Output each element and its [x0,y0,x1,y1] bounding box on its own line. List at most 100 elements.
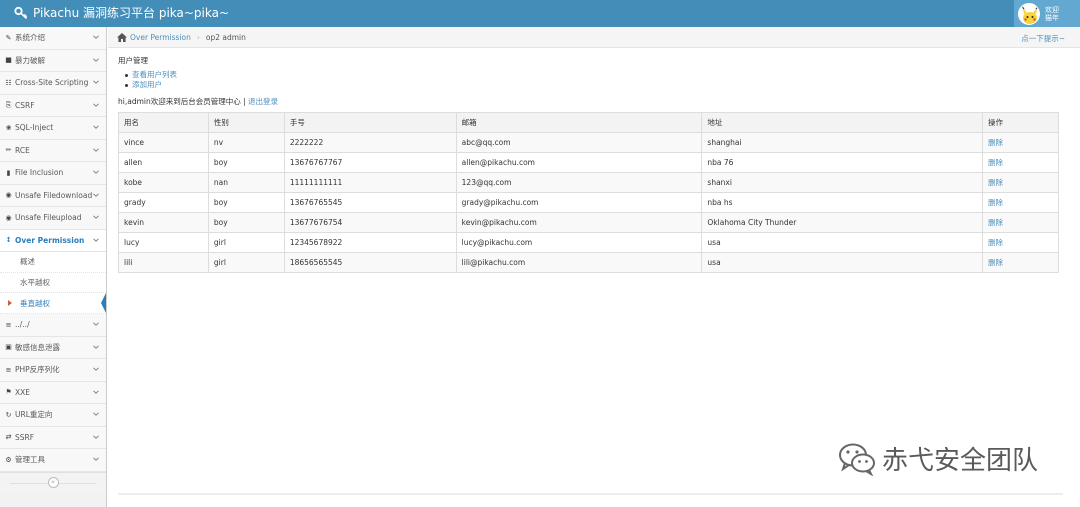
chevron-down-icon [93,322,99,326]
watermark-text: 赤弋安全团队 [882,446,1039,476]
sidebar-item[interactable]: ◉ Unsafe Fileupload [0,207,106,230]
chevron-down-icon [93,57,99,62]
sidebar-item[interactable]: ❀ SQL-Inject [0,117,106,140]
table-row: lucy girl 12345678922 lucy@pikachu.com usa 删除 [118,232,1059,253]
sidebar-item-label: Unsafe Fileupload [15,213,82,223]
sidebar-subitem[interactable]: 概述 [0,252,106,273]
table-cell: grady@pikachu.com [455,192,703,213]
col-header-email: 邮箱 [455,112,703,133]
sidebar-item[interactable]: ▮ File Inclusion [0,162,106,185]
table-cell: Oklahoma City Thunder [701,212,984,233]
table-cell: 123@qq.com [455,172,703,193]
table-cell: nan [207,172,285,193]
table-cell: shanxi [701,172,984,193]
delete-link[interactable]: 删除 [982,152,1059,173]
sidebar-item[interactable]: ✎ 系统介绍 [0,27,106,50]
sidebar-item-label: SQL-Inject [15,123,54,133]
breadcrumb-current: op2 admin [205,32,246,42]
table-cell: girl [207,232,285,253]
user-menu[interactable]: 欢迎 猫年 [1014,0,1080,27]
table-row: allen boy 13676767767 allen@pikachu.com nba … [118,152,1059,173]
col-header-actions: 操作 [982,112,1059,133]
table-cell: boy [207,192,285,213]
delete-link[interactable]: 删除 [982,252,1059,273]
logout-link[interactable]: 退出登录 [248,97,278,106]
sidebar-item[interactable]: ▣ 敏感信息泄露 [0,336,106,360]
col-header-username: 用名 [118,112,209,133]
sidebar-item-label: ../../ [15,320,30,330]
network-icon: ☷ [5,78,12,87]
table-cell: boy [207,212,285,233]
sidebar-subitem[interactable]: 垂直越权 [0,293,106,315]
sidebar-item[interactable]: ↕ Over Permission [0,229,106,252]
delete-link[interactable]: 删除 [982,212,1059,233]
sidebar-subitem-label: 垂直越权 [20,298,50,308]
tag-icon: ✎ [5,33,12,42]
sidebar-item[interactable]: ■ 暴力破解 [0,49,106,72]
table-cell: kevin@pikachu.com [455,212,703,233]
table-cell: lucy@pikachu.com [455,232,703,253]
table-header-row: 用名 性别 手号 邮箱 地址 操作 [118,112,1059,133]
sidebar-item-label: Cross-Site Scripting [15,78,89,88]
delete-link[interactable]: 删除 [982,172,1059,193]
breadcrumb-parent[interactable]: Over Permission [130,33,191,42]
table-row: grady boy 13676765545 grady@pikachu.com nba … [118,192,1059,213]
avatar [1018,2,1040,25]
sidebar-item[interactable]: ≡ ../../ [0,314,106,337]
wechat-icon [839,443,875,476]
col-header-address: 地址 [701,112,984,133]
hint-link[interactable]: 点一下提示~ [1021,33,1065,44]
active-indicator [101,293,106,314]
view-user-list-link[interactable]: 查看用户列表 [125,70,1063,80]
sidebar-item[interactable]: ⇄ SSRF [0,426,106,450]
chevron-down-icon [93,457,99,461]
share-icon: ⎘ [5,100,12,109]
delete-link[interactable]: 删除 [982,232,1059,253]
col-header-gender: 性别 [207,112,285,133]
user-greeting: 欢迎 猫年 [1045,6,1059,22]
table-row: vince nv 2222222 abc@qq.com shanghai 删除 [118,132,1059,153]
sidebar-item-label: 管理工具 [15,455,45,465]
caret-right-icon [8,300,12,307]
chevron-down-icon [93,147,99,152]
sidebar-item-label: File Inclusion [15,168,64,178]
sidebar-item[interactable]: ◉ Unsafe Filedownload [0,184,106,207]
table-cell: lucy [118,232,209,253]
chevron-down-icon [93,125,99,129]
sidebar-subitem[interactable]: 水平越权 [0,272,106,294]
chevron-down-icon [93,367,99,371]
sidebar-item[interactable]: ↻ URL重定向 [0,404,106,427]
sidebar-item[interactable]: ⎘ CSRF [0,94,106,117]
table-cell: grady [118,192,209,213]
add-user-link[interactable]: 添加用户 [125,80,1063,90]
lock-icon: ■ [5,56,12,65]
table-cell: 2222222 [283,132,457,153]
table-cell: nba hs [701,192,984,213]
sidebar-item-label: PHP反序列化 [15,365,60,375]
table-cell: shanghai [701,132,984,153]
breadcrumb-separator: › [196,32,200,42]
double-angle-left-icon[interactable]: « [47,476,59,488]
top-navbar: Pikachu 漏洞练习平台 pika~pika~ 欢迎 猫年 [0,0,1080,27]
table-cell: kobe [118,172,209,193]
app-brand[interactable]: Pikachu 漏洞练习平台 pika~pika~ [14,5,229,21]
sidebar-item[interactable]: ☷ Cross-Site Scripting [0,72,106,95]
table-cell: 13676765545 [283,192,457,213]
sidebar-item[interactable]: ⚑ XXE [0,381,106,405]
table-cell: abc@qq.com [455,132,703,153]
chevron-down-icon [93,102,99,107]
gear-icon: ⚙ [5,455,12,464]
circle-up-icon: ◉ [5,213,12,222]
sidebar-item[interactable]: ⚙ 管理工具 [0,449,106,472]
table-cell: nv [207,132,285,153]
delete-link[interactable]: 删除 [982,132,1059,153]
delete-link[interactable]: 删除 [982,192,1059,213]
home-icon [117,32,127,42]
pikachu-avatar-icon [1019,3,1039,24]
sidebar-item[interactable]: ✏ RCE [0,139,106,162]
sidebar-item[interactable]: ≡ PHP反序列化 [0,359,106,382]
chevron-down-icon [93,80,99,84]
breadcrumb: Over Permission › op2 admin 点一下提示~ [108,27,1080,48]
table-row: kobe nan 11111111111 123@qq.com shanxi 删除 [118,172,1059,193]
table-cell: usa [701,232,984,253]
